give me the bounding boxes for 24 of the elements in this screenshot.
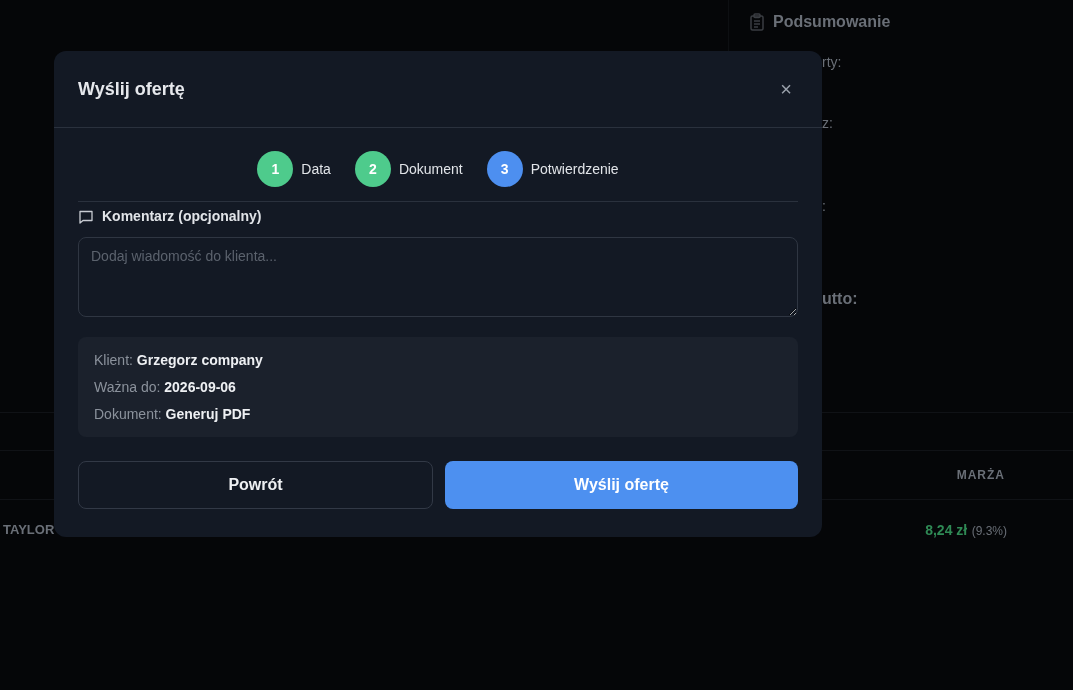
back-button[interactable]: Powrót <box>78 461 433 509</box>
column-header: MARŻA <box>956 467 1005 484</box>
comment-icon <box>78 208 94 225</box>
step-label: Data <box>301 159 331 179</box>
step-number: 1 <box>257 151 294 187</box>
field-label: Komentarz (opcjonalny) <box>102 207 262 226</box>
summary-line: Ważna do: 2026-09-06 <box>94 378 237 396</box>
summary-label: utto: <box>822 289 859 309</box>
summary-line: Klient: Grzegorz company <box>94 351 264 369</box>
step-number: 3 <box>486 151 523 187</box>
summary-line: Dokument: Generuj PDF <box>94 405 252 423</box>
clipboard-icon <box>749 13 765 31</box>
table-cell-text: 8,24 zł (9.3%) <box>925 521 1007 540</box>
comment-field[interactable]: Dodaj wiadomość do klienta... <box>78 237 798 317</box>
summary-label: : <box>822 197 827 216</box>
dialog-title: Wyślij ofertę <box>78 77 185 101</box>
step-label: Dokument <box>398 159 463 179</box>
panel-title: Podsumowanie <box>773 12 891 32</box>
step-number: 2 <box>354 151 391 187</box>
table-cell-text: TAYLOR <box>3 521 55 540</box>
step-label: Potwierdzenie <box>530 159 619 179</box>
close-button[interactable]: × <box>774 77 798 101</box>
summary-label: z: <box>822 114 834 133</box>
summary-label: rty: <box>822 53 843 72</box>
